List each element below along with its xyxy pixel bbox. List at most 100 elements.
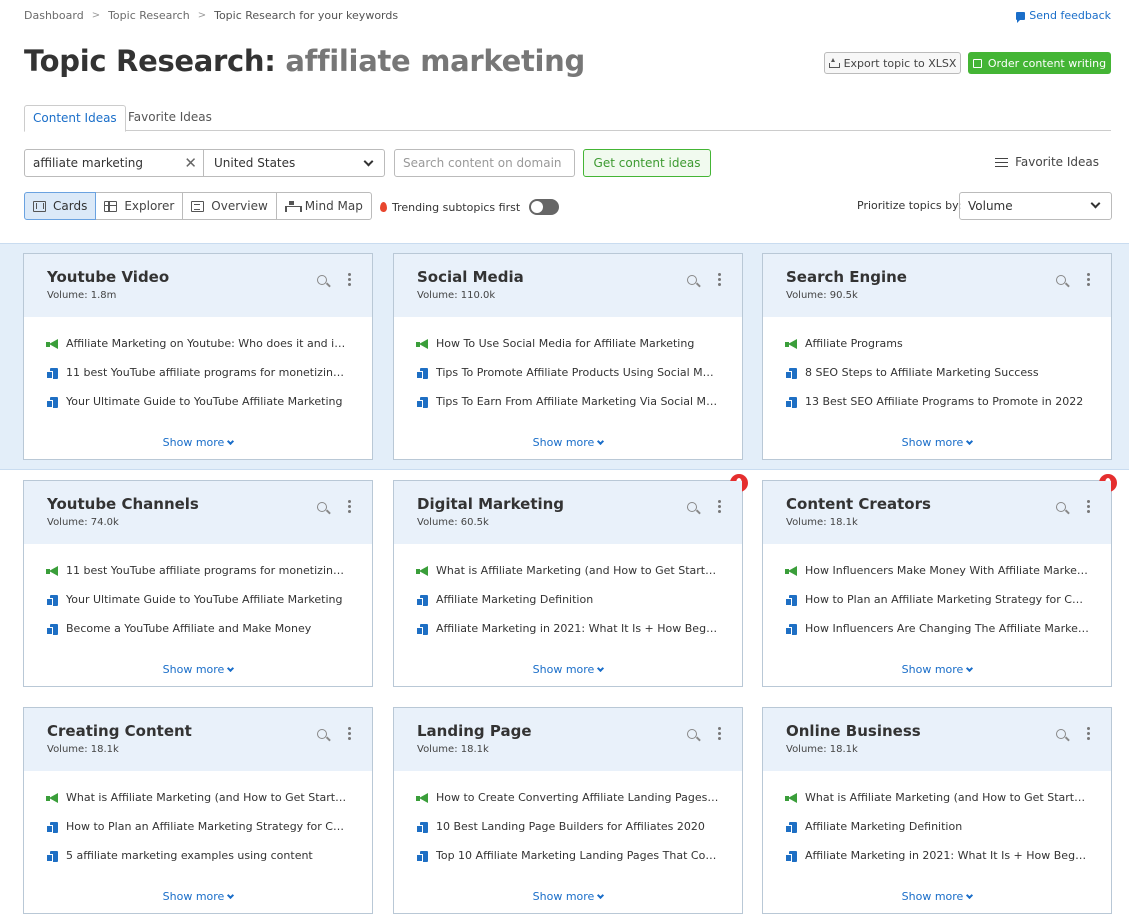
headline-item[interactable]: Top 10 Affiliate Marketing Landing Pages… xyxy=(416,849,720,878)
topic-card-title[interactable]: Social Media xyxy=(417,268,719,286)
breadcrumb-topic-research[interactable]: Topic Research xyxy=(108,9,190,22)
topic-card[interactable]: Youtube Channels Volume: 74.0k 11 best You… xyxy=(23,480,373,687)
more-options-icon[interactable] xyxy=(718,500,721,514)
search-icon[interactable] xyxy=(1056,502,1066,512)
order-content-writing-button[interactable]: Order content writing xyxy=(968,52,1111,74)
show-more-button[interactable]: Show more xyxy=(24,436,372,449)
more-options-icon[interactable] xyxy=(1087,273,1090,287)
favorite-ideas-link[interactable]: Favorite Ideas xyxy=(995,155,1099,169)
article-icon xyxy=(416,851,429,862)
headline-item[interactable]: Affiliate Marketing on Youtube: Who does… xyxy=(46,337,350,366)
topic-card[interactable]: Social Media Volume: 110.0k How To Use Soc… xyxy=(393,253,743,460)
breadcrumb-dashboard[interactable]: Dashboard xyxy=(24,9,84,22)
topic-card-title[interactable]: Online Business xyxy=(786,722,1088,740)
headline-item[interactable]: Your Ultimate Guide to YouTube Affiliate… xyxy=(46,593,350,622)
show-more-button[interactable]: Show more xyxy=(763,890,1111,903)
topic-card[interactable]: Content Creators Volume: 18.1k How Influen… xyxy=(762,474,1117,687)
headline-item[interactable]: What is Affiliate Marketing (and How to … xyxy=(46,791,350,820)
headline-item[interactable]: How to Create Converting Affiliate Landi… xyxy=(416,791,720,820)
show-more-button[interactable]: Show more xyxy=(24,663,372,676)
topic-card-title[interactable]: Landing Page xyxy=(417,722,719,740)
article-icon xyxy=(416,595,429,606)
topic-card-title[interactable]: Youtube Video xyxy=(47,268,349,286)
topic-card-title[interactable]: Search Engine xyxy=(786,268,1088,286)
headline-item[interactable]: What is Affiliate Marketing (and How to … xyxy=(416,564,720,593)
headline-item[interactable]: How to Plan an Affiliate Marketing Strat… xyxy=(785,593,1089,622)
prioritize-select[interactable]: Volume xyxy=(959,192,1112,220)
view-explorer-button[interactable]: Explorer xyxy=(95,192,184,220)
headline-item[interactable]: Affiliate Marketing Definition xyxy=(416,593,720,622)
show-more-button[interactable]: Show more xyxy=(24,890,372,903)
headline-item[interactable]: 5 affiliate marketing examples using con… xyxy=(46,849,350,878)
country-select[interactable]: United States xyxy=(203,149,385,177)
view-mind-map-button[interactable]: Mind Map xyxy=(275,192,372,220)
export-xlsx-button[interactable]: Export topic to XLSX xyxy=(824,52,961,74)
more-options-icon[interactable] xyxy=(348,727,351,741)
search-icon[interactable] xyxy=(687,275,697,285)
headline-item[interactable]: Become a YouTube Affiliate and Make Mone… xyxy=(46,622,350,651)
show-more-button[interactable]: Show more xyxy=(763,436,1111,449)
topic-card[interactable]: Online Business Volume: 18.1k What is Affi… xyxy=(762,707,1112,914)
headline-text: 10 Best Landing Page Builders for Affili… xyxy=(436,820,705,833)
search-icon[interactable] xyxy=(1056,275,1066,285)
topic-card[interactable]: Creating Content Volume: 18.1k What is Aff… xyxy=(23,707,373,914)
list-icon xyxy=(995,157,1009,168)
search-icon[interactable] xyxy=(687,502,697,512)
show-more-button[interactable]: Show more xyxy=(394,436,742,449)
more-options-icon[interactable] xyxy=(718,273,721,287)
megaphone-icon xyxy=(416,793,429,803)
headline-item[interactable]: Affiliate Marketing Definition xyxy=(785,820,1089,849)
view-switcher: Cards Explorer Overview Mind Map xyxy=(24,192,372,220)
more-options-icon[interactable] xyxy=(1087,500,1090,514)
topic-card[interactable]: Digital Marketing Volume: 60.5k What is Af… xyxy=(393,474,748,687)
topic-card[interactable]: Youtube Video Volume: 1.8m Affiliate Marke… xyxy=(23,253,373,460)
show-more-button[interactable]: Show more xyxy=(394,663,742,676)
show-more-button[interactable]: Show more xyxy=(763,663,1111,676)
topic-card-title[interactable]: Digital Marketing xyxy=(417,495,719,513)
chevron-down-icon xyxy=(227,891,235,900)
headline-item[interactable]: How Influencers Are Changing The Affilia… xyxy=(785,622,1089,651)
topic-card[interactable]: Search Engine Volume: 90.5k Affiliate Prog… xyxy=(762,253,1112,460)
headline-item[interactable]: Your Ultimate Guide to YouTube Affiliate… xyxy=(46,395,350,424)
tab-content-ideas[interactable]: Content Ideas xyxy=(24,105,126,132)
domain-search-input[interactable]: Search content on domain xyxy=(394,149,575,177)
headline-item[interactable]: What is Affiliate Marketing (and How to … xyxy=(785,791,1089,820)
send-feedback-link[interactable]: Send feedback xyxy=(1016,9,1111,23)
keyword-input[interactable]: affiliate marketing ✕ xyxy=(24,149,204,177)
headline-item[interactable]: Tips To Promote Affiliate Products Using… xyxy=(416,366,720,395)
headline-item[interactable]: Tips To Earn From Affiliate Marketing Vi… xyxy=(416,395,720,424)
headline-item[interactable]: Affiliate Marketing in 2021: What It Is … xyxy=(416,622,720,651)
topic-card[interactable]: Landing Page Volume: 18.1k How to Create C… xyxy=(393,707,743,914)
search-icon[interactable] xyxy=(317,502,327,512)
view-overview-button[interactable]: Overview xyxy=(182,192,277,220)
headline-item[interactable]: 10 Best Landing Page Builders for Affili… xyxy=(416,820,720,849)
headline-item[interactable]: 11 best YouTube affiliate programs for m… xyxy=(46,564,350,593)
chevron-down-icon xyxy=(966,437,974,446)
headline-item[interactable]: How To Use Social Media for Affiliate Ma… xyxy=(416,337,720,366)
search-icon[interactable] xyxy=(317,275,327,285)
search-icon[interactable] xyxy=(317,729,327,739)
search-icon[interactable] xyxy=(1056,729,1066,739)
headline-item[interactable]: Affiliate Marketing in 2021: What It Is … xyxy=(785,849,1089,878)
more-options-icon[interactable] xyxy=(718,727,721,741)
headline-item[interactable]: 11 best YouTube affiliate programs for m… xyxy=(46,366,350,395)
trending-toggle[interactable] xyxy=(529,199,560,215)
headline-item[interactable]: 8 SEO Steps to Affiliate Marketing Succe… xyxy=(785,366,1089,395)
tab-favorite-ideas[interactable]: Favorite Ideas xyxy=(120,105,220,132)
topic-card-title[interactable]: Content Creators xyxy=(786,495,1088,513)
headline-item[interactable]: Affiliate Programs xyxy=(785,337,1089,366)
show-more-button[interactable]: Show more xyxy=(394,890,742,903)
topic-card-title[interactable]: Creating Content xyxy=(47,722,349,740)
topic-card-volume: Volume: 90.5k xyxy=(786,290,858,301)
topic-card-title[interactable]: Youtube Channels xyxy=(47,495,349,513)
headline-item[interactable]: How Influencers Make Money With Affiliat… xyxy=(785,564,1089,593)
clear-icon[interactable]: ✕ xyxy=(184,155,197,171)
more-options-icon[interactable] xyxy=(1087,727,1090,741)
search-icon[interactable] xyxy=(687,729,697,739)
view-cards-button[interactable]: Cards xyxy=(24,192,97,220)
more-options-icon[interactable] xyxy=(348,273,351,287)
headline-item[interactable]: How to Plan an Affiliate Marketing Strat… xyxy=(46,820,350,849)
more-options-icon[interactable] xyxy=(348,500,351,514)
get-content-ideas-button[interactable]: Get content ideas xyxy=(583,149,711,177)
headline-item[interactable]: 13 Best SEO Affiliate Programs to Promot… xyxy=(785,395,1089,424)
